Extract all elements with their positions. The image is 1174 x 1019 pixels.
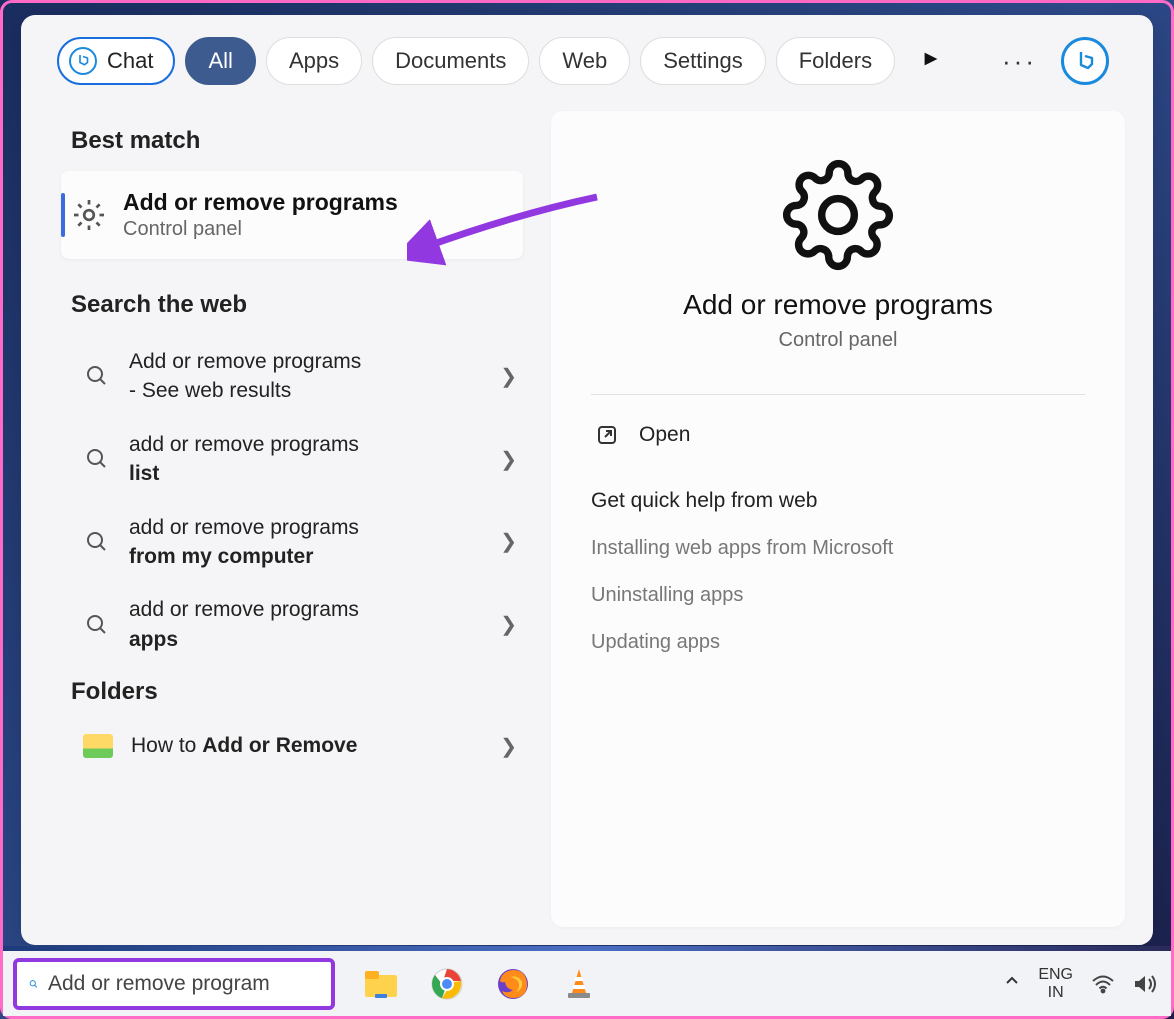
taskbar-search-input[interactable] xyxy=(48,972,319,996)
taskbar-file-explorer[interactable] xyxy=(361,964,401,1004)
language-indicator[interactable]: ENG IN xyxy=(1038,966,1073,1001)
web-result-0[interactable]: Add or remove programs - See web results… xyxy=(21,335,541,418)
best-match-subtitle: Control panel xyxy=(123,218,398,241)
chevron-right-icon: ❯ xyxy=(500,612,517,637)
lang-top: ENG xyxy=(1038,966,1073,984)
folders-header: Folders xyxy=(21,666,541,722)
web-result-text-prefix: add or remove programs xyxy=(129,598,359,621)
search-icon xyxy=(29,973,38,995)
taskbar-vlc[interactable] xyxy=(559,964,599,1004)
start-search-panel: Chat All Apps Documents Web Settings Fol… xyxy=(21,15,1153,945)
taskbar-tray: ENG IN xyxy=(1004,966,1161,1001)
search-icon xyxy=(85,364,109,388)
detail-column: Add or remove programs Control panel Ope… xyxy=(541,101,1153,945)
web-result-text-suffix: - See web results xyxy=(129,376,480,405)
chevron-right-icon: ❯ xyxy=(500,447,517,472)
bing-icon[interactable] xyxy=(1061,37,1109,85)
tab-web[interactable]: Web xyxy=(539,37,630,85)
best-match-result[interactable]: Add or remove programs Control panel xyxy=(61,171,523,259)
gear-icon xyxy=(71,197,107,233)
web-result-1[interactable]: add or remove programs list ❯ xyxy=(21,418,541,501)
volume-icon[interactable] xyxy=(1133,973,1159,995)
taskbar: ENG IN xyxy=(3,950,1171,1016)
gear-icon xyxy=(782,159,894,271)
wifi-icon[interactable] xyxy=(1091,974,1115,994)
tab-apps[interactable]: Apps xyxy=(266,37,362,85)
lang-bottom: IN xyxy=(1038,984,1073,1002)
tab-settings[interactable]: Settings xyxy=(640,37,766,85)
help-link-2[interactable]: Updating apps xyxy=(591,631,1085,654)
help-header: Get quick help from web xyxy=(591,489,1085,513)
web-result-2[interactable]: add or remove programs from my computer … xyxy=(21,501,541,584)
web-result-text-bold: from my computer xyxy=(129,545,313,568)
folder-text-prefix: How to xyxy=(131,734,202,757)
chevron-right-icon: ❯ xyxy=(500,529,517,554)
detail-card: Add or remove programs Control panel Ope… xyxy=(551,111,1125,927)
best-match-header: Best match xyxy=(21,115,541,171)
best-match-title: Add or remove programs xyxy=(123,189,398,216)
tab-all[interactable]: All xyxy=(185,37,255,85)
search-web-header: Search the web xyxy=(21,279,541,335)
filter-tabs-row: Chat All Apps Documents Web Settings Fol… xyxy=(21,15,1153,101)
chat-tab[interactable]: Chat xyxy=(57,37,175,85)
web-result-text-prefix: add or remove programs xyxy=(129,433,359,456)
web-result-text-prefix: Add or remove programs xyxy=(129,350,361,373)
results-column: Best match Add or remove programs Contro… xyxy=(21,101,541,945)
folder-result-0[interactable]: How to Add or Remove ❯ xyxy=(21,722,541,760)
tab-documents[interactable]: Documents xyxy=(372,37,529,85)
taskbar-chrome[interactable] xyxy=(427,964,467,1004)
search-icon xyxy=(85,613,109,637)
open-external-icon xyxy=(595,423,619,447)
open-label: Open xyxy=(639,423,690,447)
help-link-1[interactable]: Uninstalling apps xyxy=(591,584,1085,607)
overflow-menu-button[interactable]: ··· xyxy=(988,46,1051,77)
chevron-right-icon: ❯ xyxy=(500,734,517,759)
taskbar-firefox[interactable] xyxy=(493,964,533,1004)
chevron-right-icon: ❯ xyxy=(500,364,517,389)
divider xyxy=(591,394,1085,395)
detail-subtitle: Control panel xyxy=(591,329,1085,352)
open-action[interactable]: Open xyxy=(591,423,1085,447)
help-link-0[interactable]: Installing web apps from Microsoft xyxy=(591,537,1085,560)
detail-title: Add or remove programs xyxy=(591,289,1085,321)
content-row: Best match Add or remove programs Contro… xyxy=(21,101,1153,945)
bing-chat-icon xyxy=(69,47,97,75)
tray-overflow-button[interactable] xyxy=(1004,973,1020,994)
chat-tab-label: Chat xyxy=(107,48,153,74)
web-result-text-prefix: add or remove programs xyxy=(129,516,359,539)
search-icon xyxy=(85,447,109,471)
folder-text-bold: Add or Remove xyxy=(202,734,357,757)
web-result-text-bold: apps xyxy=(129,628,178,651)
more-tabs-button[interactable] xyxy=(923,51,939,72)
web-result-3[interactable]: add or remove programs apps ❯ xyxy=(21,583,541,666)
search-icon xyxy=(85,530,109,554)
web-result-text-bold: list xyxy=(129,462,159,485)
folder-icon xyxy=(83,734,113,758)
taskbar-search-box[interactable] xyxy=(13,958,335,1010)
tab-folders[interactable]: Folders xyxy=(776,37,895,85)
